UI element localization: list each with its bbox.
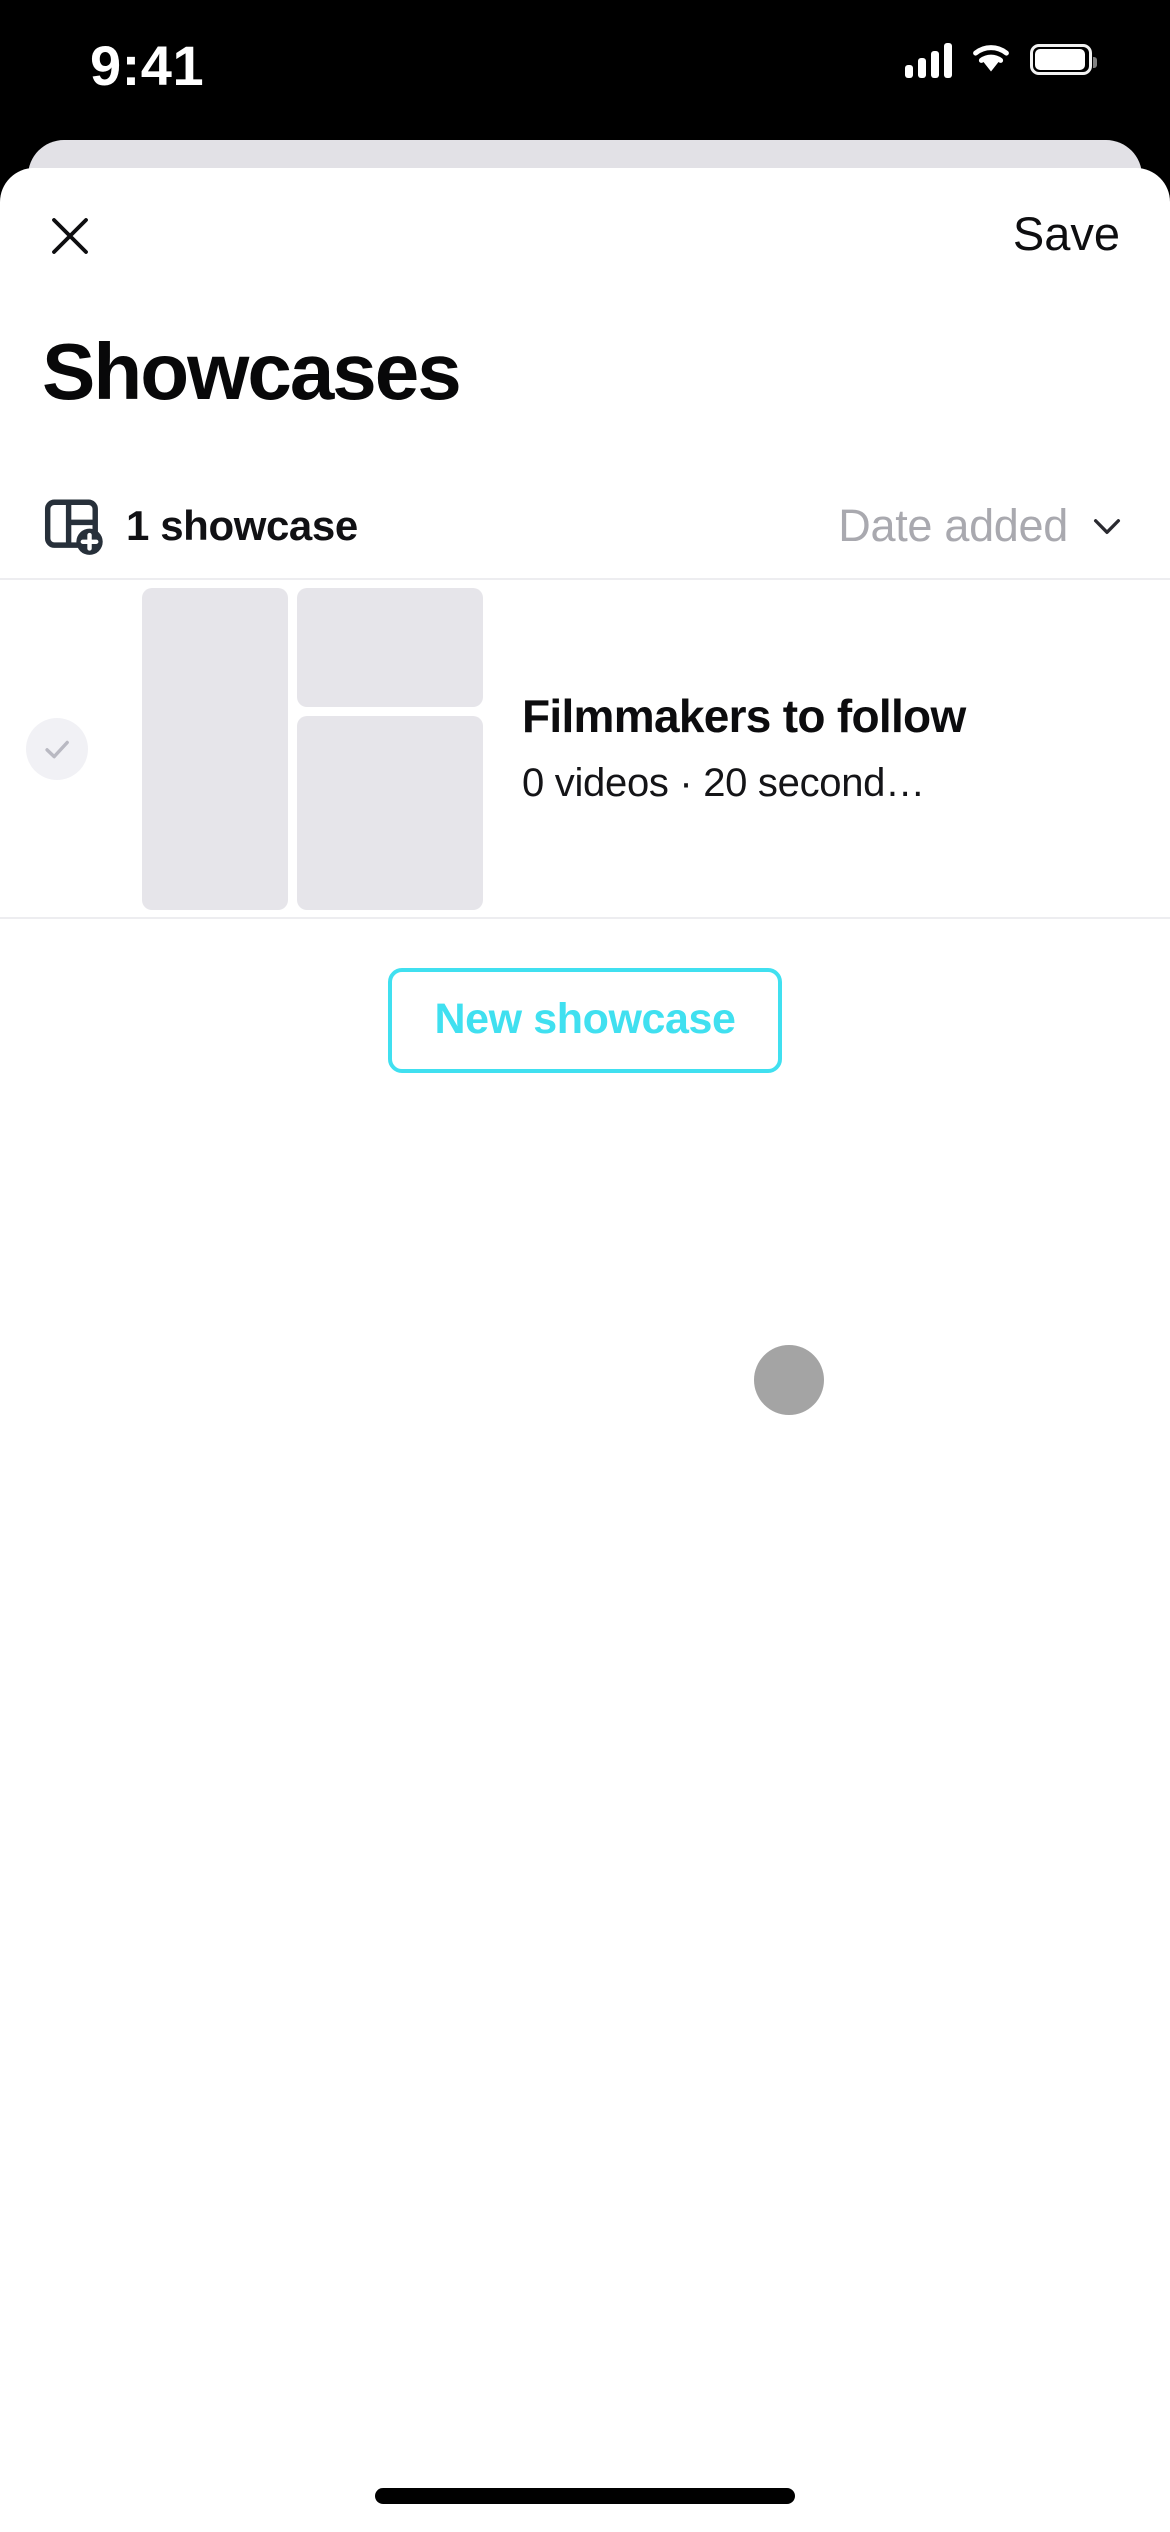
showcase-title: Filmmakers to follow xyxy=(522,690,966,743)
sort-label: Date added xyxy=(838,500,1068,551)
new-showcase-container: New showcase xyxy=(0,968,1170,1073)
thumbnail-panel-right-top xyxy=(297,587,483,707)
status-bar: 9:41 xyxy=(0,0,1170,143)
thumbnail-panel-right-bottom xyxy=(297,715,483,910)
home-indicator xyxy=(375,2488,795,2504)
row-select-checkbox[interactable] xyxy=(26,717,88,780)
row-text-block: Filmmakers to follow 0 videos · 20 secon… xyxy=(522,691,1170,806)
close-icon xyxy=(46,212,94,260)
showcase-subtitle: 0 videos · 20 second… xyxy=(522,760,925,805)
checkmark-icon xyxy=(40,732,74,766)
save-button[interactable]: Save xyxy=(1007,196,1126,271)
status-bar-time: 9:41 xyxy=(90,34,205,97)
table-row[interactable]: Filmmakers to follow 0 videos · 20 secon… xyxy=(0,580,1170,1415)
row-divider xyxy=(0,917,1170,919)
showcases-toolbar: 1 showcase Date added xyxy=(0,474,1170,578)
phone-screen: 9:41 Save Showcases 1 showcase Date adde… xyxy=(0,0,1170,2532)
signal-bars-icon xyxy=(905,42,952,78)
battery-icon xyxy=(1030,44,1097,75)
thumbnail-panel-left xyxy=(142,587,288,910)
sheet-nav-bar: Save xyxy=(0,168,1170,288)
showcase-thumbnail-placeholder xyxy=(142,587,483,910)
chevron-down-icon xyxy=(1086,505,1128,547)
showcases-modal-sheet: Save Showcases 1 showcase Date added Fil… xyxy=(0,168,1170,2532)
showcase-count-label: 1 showcase xyxy=(126,502,358,549)
sort-control[interactable]: Date added xyxy=(838,500,1128,552)
status-bar-indicators xyxy=(905,40,1097,79)
close-button[interactable] xyxy=(28,194,112,278)
showcase-layout-add-icon[interactable] xyxy=(42,495,104,557)
page-title: Showcases xyxy=(42,327,462,416)
new-showcase-button[interactable]: New showcase xyxy=(388,968,782,1073)
wifi-icon xyxy=(969,40,1013,79)
touch-cursor-indicator xyxy=(754,1345,824,1415)
thumbnail-panels-right xyxy=(297,587,483,910)
